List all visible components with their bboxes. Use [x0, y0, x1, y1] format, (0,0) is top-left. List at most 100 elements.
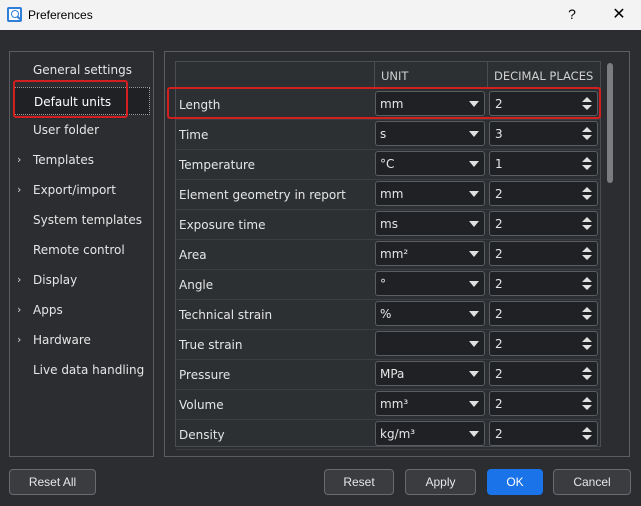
unit-dropdown[interactable]: kg/m³ — [375, 421, 485, 446]
row-label: Pressure — [179, 368, 231, 382]
spin-up-icon[interactable] — [582, 187, 592, 192]
sidebar-item-label: Templates — [33, 153, 95, 167]
reset-button[interactable]: Reset — [324, 469, 394, 495]
spin-down-icon[interactable] — [582, 195, 592, 200]
unit-dropdown[interactable]: s — [375, 121, 485, 146]
spin-up-icon[interactable] — [582, 307, 592, 312]
sidebar-item-hardware[interactable]: › Hardware — [10, 325, 153, 353]
dropdown-arrow-icon[interactable] — [469, 311, 479, 317]
spin-down-icon[interactable] — [582, 135, 592, 140]
unit-value: % — [380, 307, 392, 321]
sidebar-item-apps[interactable]: › Apps — [10, 295, 153, 323]
sidebar-item-general-settings[interactable]: General settings — [10, 55, 153, 83]
dropdown-arrow-icon[interactable] — [469, 341, 479, 347]
row-divider — [176, 149, 600, 150]
spin-down-icon[interactable] — [582, 165, 592, 170]
sidebar-item-templates[interactable]: › Templates — [10, 145, 153, 173]
spin-down-icon[interactable] — [582, 345, 592, 350]
decimal-places-spinbox[interactable]: 2 — [489, 241, 598, 266]
spin-up-icon[interactable] — [582, 397, 592, 402]
unit-value: s — [380, 127, 387, 141]
sidebar-item-label: General settings — [33, 63, 132, 77]
decimal-places-value: 2 — [495, 187, 503, 201]
dropdown-arrow-icon[interactable] — [469, 371, 479, 377]
decimal-places-spinbox[interactable]: 2 — [489, 271, 598, 296]
unit-dropdown[interactable]: mm — [375, 181, 485, 206]
decimal-places-spinbox[interactable]: 2 — [489, 211, 598, 236]
spin-down-icon[interactable] — [582, 225, 592, 230]
dropdown-arrow-icon[interactable] — [469, 161, 479, 167]
sidebar-item-display[interactable]: › Display — [10, 265, 153, 293]
unit-value: mm — [380, 187, 404, 201]
decimal-places-value: 3 — [495, 127, 503, 141]
unit-dropdown[interactable]: °C — [375, 151, 485, 176]
row-label: Area — [179, 248, 207, 262]
decimal-places-spinbox[interactable]: 2 — [489, 421, 598, 446]
spin-up-icon[interactable] — [582, 277, 592, 282]
chevron-right-icon[interactable]: › — [17, 303, 21, 316]
dropdown-arrow-icon[interactable] — [469, 251, 479, 257]
decimal-places-value: 2 — [495, 397, 503, 411]
dropdown-arrow-icon[interactable] — [469, 281, 479, 287]
sidebar-item-system-templates[interactable]: System templates — [10, 205, 153, 233]
sidebar-item-remote-control[interactable]: Remote control — [10, 235, 153, 263]
row-divider — [176, 359, 600, 360]
decimal-places-spinbox[interactable]: 3 — [489, 121, 598, 146]
row-label: Density — [179, 428, 225, 442]
dropdown-arrow-icon[interactable] — [469, 401, 479, 407]
chevron-right-icon[interactable]: › — [17, 333, 21, 346]
dropdown-arrow-icon[interactable] — [469, 221, 479, 227]
spin-up-icon[interactable] — [582, 367, 592, 372]
column-header-decimal-places: DECIMAL PLACES — [487, 61, 601, 89]
decimal-places-spinbox[interactable]: 2 — [489, 301, 598, 326]
unit-dropdown[interactable]: ms — [375, 211, 485, 236]
spin-down-icon[interactable] — [582, 255, 592, 260]
row-divider — [176, 209, 600, 210]
chevron-right-icon[interactable]: › — [17, 183, 21, 196]
help-button[interactable]: ? — [565, 6, 579, 22]
reset-all-button[interactable]: Reset All — [9, 469, 96, 495]
cancel-button[interactable]: Cancel — [553, 469, 631, 495]
dropdown-arrow-icon[interactable] — [469, 431, 479, 437]
spin-down-icon[interactable] — [582, 315, 592, 320]
sidebar-item-label: Live data handling — [33, 363, 145, 377]
row-divider — [176, 269, 600, 270]
spin-up-icon[interactable] — [582, 217, 592, 222]
scrollbar-thumb[interactable] — [607, 63, 613, 183]
spin-up-icon[interactable] — [582, 247, 592, 252]
unit-dropdown[interactable]: mm³ — [375, 391, 485, 416]
spin-up-icon[interactable] — [582, 127, 592, 132]
sidebar-item-live-data-handling[interactable]: Live data handling — [10, 355, 153, 383]
spin-down-icon[interactable] — [582, 285, 592, 290]
unit-dropdown[interactable]: % — [375, 301, 485, 326]
dropdown-arrow-icon[interactable] — [469, 131, 479, 137]
sidebar-item-user-folder[interactable]: User folder — [10, 115, 153, 143]
spin-up-icon[interactable] — [582, 157, 592, 162]
decimal-places-spinbox[interactable]: 2 — [489, 361, 598, 386]
dropdown-arrow-icon[interactable] — [469, 191, 479, 197]
spin-up-icon[interactable] — [582, 427, 592, 432]
row-label: Volume — [179, 398, 224, 412]
spin-down-icon[interactable] — [582, 375, 592, 380]
chevron-right-icon[interactable]: › — [17, 153, 21, 166]
spin-up-icon[interactable] — [582, 337, 592, 342]
row-label: Temperature — [179, 158, 256, 172]
decimal-places-value: 1 — [495, 157, 503, 171]
unit-dropdown[interactable]: MPa — [375, 361, 485, 386]
decimal-places-spinbox[interactable]: 2 — [489, 181, 598, 206]
close-icon[interactable]: ✕ — [610, 4, 628, 24]
row-label: Time — [179, 128, 209, 142]
ok-button[interactable]: OK — [487, 469, 543, 495]
unit-dropdown[interactable]: mm² — [375, 241, 485, 266]
decimal-places-spinbox[interactable]: 2 — [489, 331, 598, 356]
spin-down-icon[interactable] — [582, 435, 592, 440]
sidebar-item-export-import[interactable]: › Export/import — [10, 175, 153, 203]
chevron-right-icon[interactable]: › — [17, 273, 21, 286]
spin-down-icon[interactable] — [582, 405, 592, 410]
apply-button[interactable]: Apply — [405, 469, 476, 495]
decimal-places-spinbox[interactable]: 1 — [489, 151, 598, 176]
decimal-places-spinbox[interactable]: 2 — [489, 391, 598, 416]
unit-dropdown[interactable]: ° — [375, 271, 485, 296]
unit-value: MPa — [380, 367, 405, 381]
unit-dropdown[interactable] — [375, 331, 485, 356]
